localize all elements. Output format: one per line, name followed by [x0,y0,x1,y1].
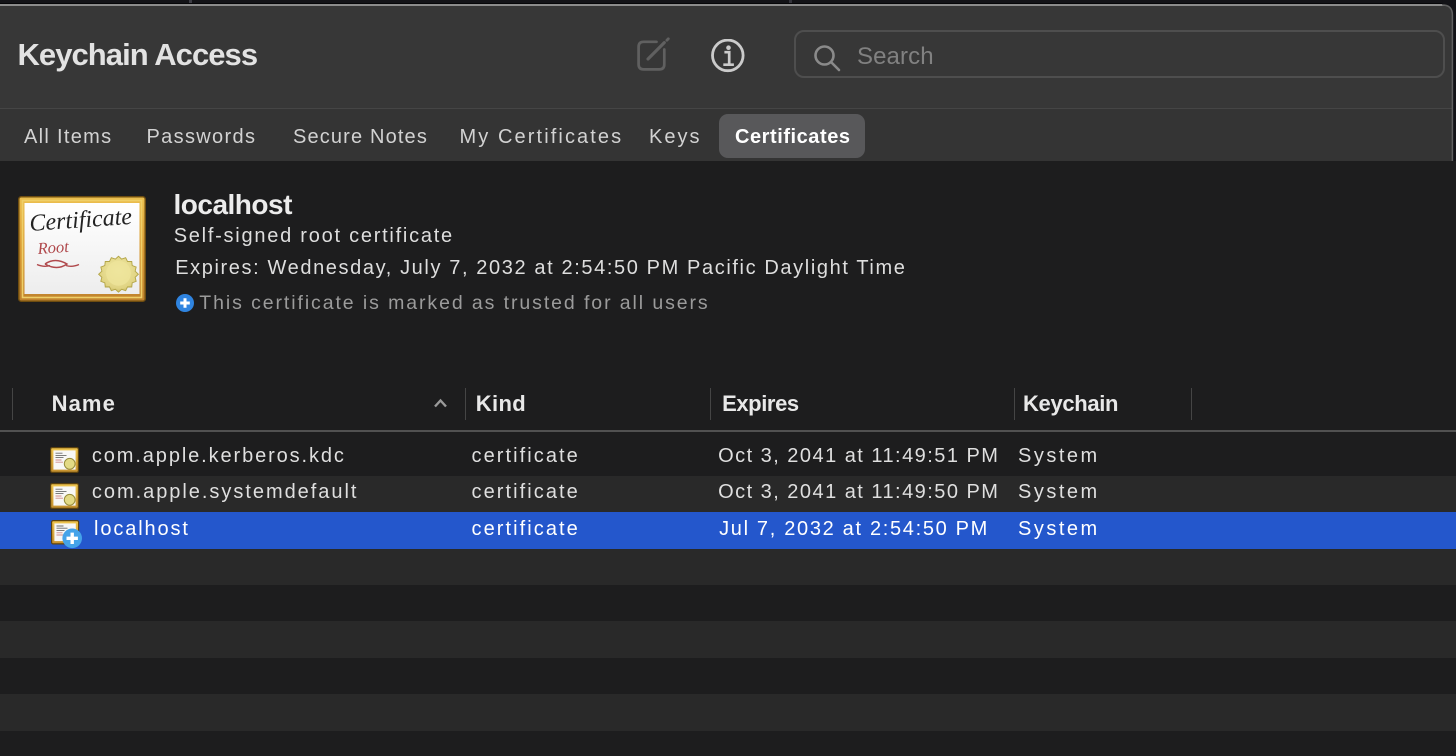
svg-text:Root: Root [36,237,70,258]
